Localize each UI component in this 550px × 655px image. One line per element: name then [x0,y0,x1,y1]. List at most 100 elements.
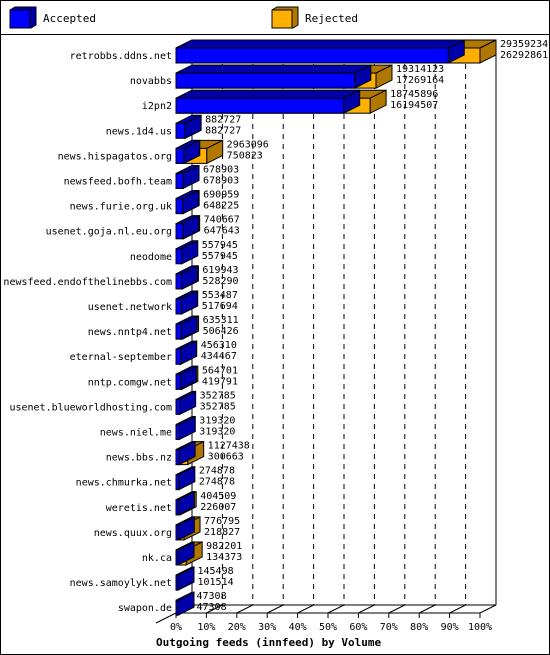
value-label-accepted: 319320 [199,427,235,438]
value-label-accepted: 419791 [202,376,238,387]
value-label-accepted: 218827 [204,527,240,538]
category-label: news.nntp4.net [88,327,172,338]
floor-gridline [297,604,314,614]
bar-accepted-side [180,265,198,290]
value-label-accepted: 528290 [202,276,238,287]
category-label: news.1d4.us [106,126,172,137]
bar-accepted-front [175,398,181,415]
bar-accepted-front [175,499,179,516]
value-label-rejected: 553487 [202,290,238,301]
bar-accepted-side [179,340,197,366]
bar-accepted-front [175,248,183,265]
value-label-accepted: 750823 [227,150,263,161]
bar-accepted [175,340,197,366]
category-label: neodome [130,252,172,263]
floor-gridline [418,604,436,614]
chart-title: Outgoing feeds (innfeed) by Volume [156,636,382,649]
value-label-rejected: 678903 [203,165,239,176]
value-label-rejected: 352785 [200,390,236,401]
value-label-accepted: 648225 [203,201,239,212]
floor-gridline [327,604,345,614]
value-label-accepted: 101514 [198,577,234,588]
bar-accepted-side [178,415,196,441]
value-label-rejected: 882727 [205,114,241,125]
x-tick-label: 80% [410,622,428,633]
bar-accepted-front [175,449,180,466]
value-label-accepted: 506426 [203,326,239,337]
x-tick-label: 70% [380,622,398,633]
category-label: nntp.comgw.net [88,377,172,388]
value-label-accepted: 26292861 [500,50,548,61]
category-label: usenet.network [88,302,172,313]
value-label-accepted: 352785 [200,401,236,412]
bar-accepted [175,566,195,591]
bar-accepted [175,164,200,190]
bar-accepted-front [175,47,449,64]
value-label-rejected: 456310 [201,340,237,351]
bar-accepted [175,365,197,391]
x-tick-label: 0% [170,622,182,633]
bar-accepted-top [175,39,465,49]
bar-accepted-side [179,390,197,416]
bar-accepted-front [175,223,184,240]
bar-accepted [175,239,199,265]
value-label-accepted: 47308 [196,602,226,613]
category-label: eternal-september [70,352,172,363]
category-label: news.samoylyk.net [70,578,172,589]
category-label: nk.ca [142,553,172,564]
value-label-rejected: 635311 [203,315,239,326]
bar-accepted-side [180,315,198,340]
x-tick-label: 90% [441,622,459,633]
value-label-rejected: 619943 [202,265,238,276]
value-label-rejected: 319320 [199,416,235,427]
x-tick-label: 60% [349,622,367,633]
value-label-rejected: 145498 [198,566,234,577]
bar-accepted [175,315,198,340]
category-label: news.quux.org [94,528,172,539]
value-label-rejected: 47308 [196,591,226,602]
value-label-rejected: 740667 [204,215,240,226]
bar-accepted-side [180,290,198,315]
bar-accepted-front [175,424,180,440]
x-tick-label: 10% [197,622,215,633]
bar-accepted-side [179,365,197,391]
value-label-accepted: 226007 [200,502,236,513]
category-label: weretis.net [106,503,172,514]
value-label-rejected: 18745896 [390,89,438,100]
bar-accepted [175,214,200,240]
floor-gridline [388,604,406,614]
floor-gridline [266,604,284,614]
category-label: usenet.goja.nl.eu.org [46,227,172,238]
category-label: news.bbs.nz [106,453,172,464]
value-label-rejected: 29359234 [500,39,548,50]
value-label-rejected: 557945 [202,240,238,251]
category-label: usenet.blueworldhosting.com [9,402,172,413]
bar-accepted-top [175,89,360,99]
labels: 0% 10% 20% 30% 40% 50% 60% 70% 80% 90% 100% retrobb… [3,39,548,633]
bar-accepted-front [175,373,181,390]
value-label-rejected: 1127438 [208,441,250,452]
bar-accepted-front [175,273,182,290]
bar-accepted-front [175,298,182,315]
bar-accepted [175,290,198,315]
bar-accepted-front [175,599,179,616]
value-label-accepted: 434467 [201,351,237,362]
value-label-rejected: 404509 [200,491,236,502]
bar-accepted-top [175,64,372,74]
bar-accepted-front [175,348,181,365]
category-label: retrobbs.ddns.net [70,51,172,62]
category-label: news.chmurka.net [76,478,172,489]
value-label-rejected: 690959 [203,190,239,201]
bar-accepted [175,265,198,290]
bar-accepted-front [175,122,186,139]
category-label: novabbs [130,76,172,87]
floor-gridline [358,604,375,614]
bar-accepted [175,591,195,617]
grid [206,44,467,614]
category-label: news.niel.me [100,428,172,439]
value-label-accepted: 274878 [199,477,235,488]
x-tick-label: 100% [468,622,492,633]
value-label-accepted: 17269164 [396,75,444,86]
bar-accepted-front [175,474,180,491]
bar-accepted [175,89,361,115]
